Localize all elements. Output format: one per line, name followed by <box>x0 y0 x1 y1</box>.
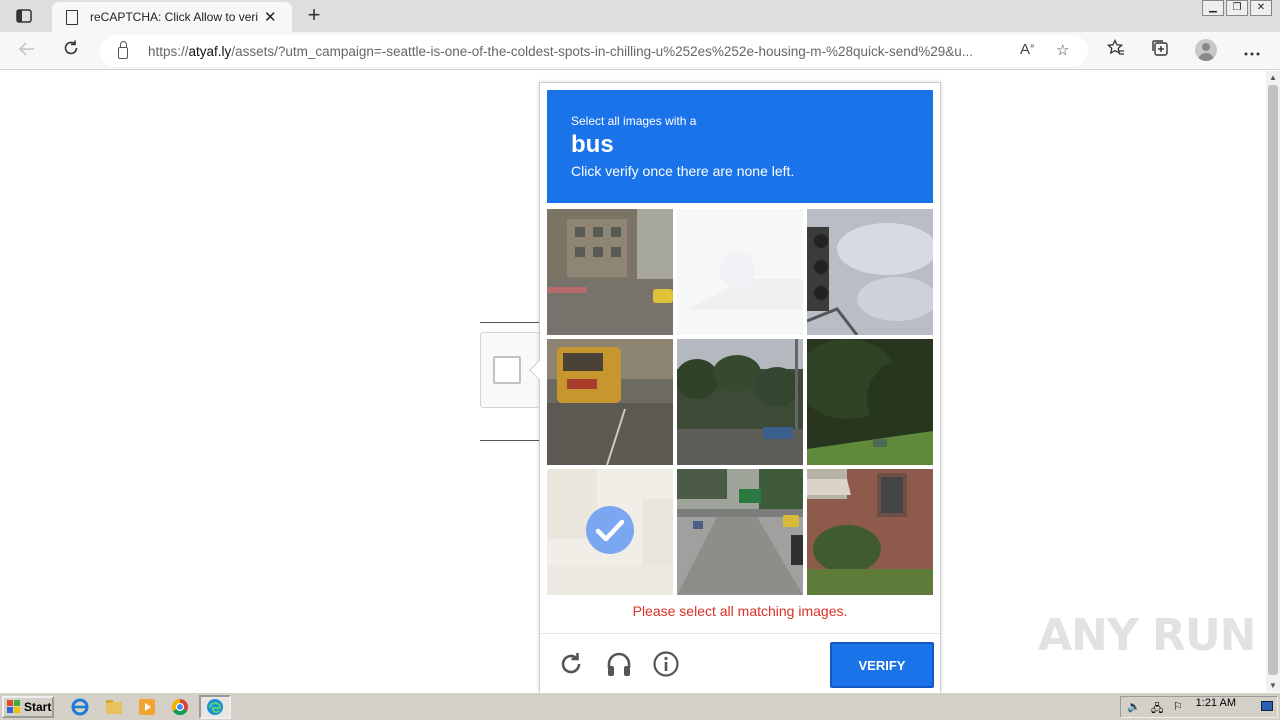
scroll-up-arrow-icon[interactable]: ▲ <box>1269 73 1277 82</box>
traffic-light-image <box>807 209 933 335</box>
media-player-taskbar-icon[interactable] <box>137 697 157 717</box>
start-button[interactable]: Start <box>2 696 54 718</box>
tab-actions-button[interactable] <box>8 4 40 28</box>
lock-icon[interactable] <box>118 41 128 59</box>
favorites-button[interactable] <box>1103 38 1129 63</box>
image-tile-5[interactable] <box>677 339 803 465</box>
explorer-taskbar-icon[interactable] <box>104 697 124 717</box>
selected-check-icon <box>586 506 634 554</box>
minimize-button[interactable]: ▁ <box>1202 0 1224 16</box>
yellow-bus-image <box>547 339 673 465</box>
target-object-label: bus <box>571 131 614 158</box>
image-tile-3[interactable] <box>807 209 933 335</box>
windows-logo-icon <box>7 700 20 713</box>
reload-icon <box>561 653 581 674</box>
trees-grass-image <box>807 339 933 465</box>
volume-icon[interactable]: 🔈 <box>1127 700 1141 713</box>
window-controls: ▁ ❐ ✕ <box>1202 0 1272 16</box>
restore-button[interactable]: ❐ <box>1226 0 1248 16</box>
new-tab-button[interactable]: + <box>302 3 326 27</box>
scroll-thumb[interactable] <box>1268 85 1278 675</box>
page-scrollbar[interactable]: ▲ ▼ <box>1266 71 1280 692</box>
document-icon <box>66 9 78 25</box>
taskbar-clock: 1:21 AM <box>1195 697 1236 709</box>
browser-tab-bar: reCAPTCHA: Click Allow to verify that yo… <box>0 0 1280 32</box>
ie-taskbar-icon[interactable] <box>70 697 90 717</box>
recaptcha-challenge-popup: Select all images with a bus Click verif… <box>529 82 941 694</box>
collections-button[interactable] <box>1147 39 1173 63</box>
street-building-image <box>547 209 673 335</box>
back-arrow-icon <box>18 42 34 56</box>
start-label: Start <box>24 700 52 714</box>
headphones-icon <box>607 652 631 676</box>
network-icon[interactable]: 🖧 <box>1151 700 1163 719</box>
refresh-icon <box>64 40 78 55</box>
error-message: Please select all matching images. <box>632 603 848 619</box>
recaptcha-checkbox[interactable] <box>493 356 521 384</box>
image-tile-9[interactable] <box>807 469 933 595</box>
info-icon <box>653 651 679 677</box>
profile-avatar[interactable] <box>1195 39 1217 61</box>
flag-icon[interactable]: ⚐ <box>1173 700 1183 713</box>
tab-actions-icon <box>16 9 32 23</box>
chrome-taskbar-icon[interactable] <box>170 697 190 717</box>
image-tile-8[interactable] <box>677 469 803 595</box>
settings-menu-button[interactable] <box>1239 39 1265 63</box>
url-text[interactable]: https://atyaf.ly/assets/?utm_campaign=-s… <box>148 44 1010 59</box>
anchor-frame-bottom-border <box>480 440 540 441</box>
url-path: /assets/?utm_campaign=-seattle-is-one-of… <box>231 43 974 59</box>
windows-taskbar: Start 🔈 🖧 ⚐ 1:21 AM <box>0 692 1280 720</box>
add-favorite-icon[interactable]: ☆ <box>1056 41 1069 59</box>
scroll-down-arrow-icon[interactable]: ▼ <box>1269 681 1277 690</box>
browser-toolbar: https://atyaf.ly/assets/?utm_campaign=-s… <box>0 32 1280 70</box>
collections-icon <box>1152 40 1168 56</box>
back-button[interactable] <box>14 39 40 63</box>
close-window-button[interactable]: ✕ <box>1250 0 1272 16</box>
edge-icon <box>207 699 223 715</box>
tab-title: reCAPTCHA: Click Allow to verify that yo… <box>90 10 258 24</box>
image-tile-1[interactable] <box>547 209 673 335</box>
audio-challenge-button[interactable] <box>605 650 633 678</box>
reload-challenge-button[interactable] <box>557 650 585 678</box>
read-aloud-icon[interactable]: A» <box>1020 41 1034 58</box>
anyrun-watermark: ANY RUN <box>1038 610 1256 661</box>
image-tile-6[interactable] <box>807 339 933 465</box>
close-tab-icon[interactable]: ✕ <box>264 8 277 26</box>
url-scheme: https:// <box>148 43 189 59</box>
challenge-header: Select all images with a bus Click verif… <box>547 90 933 203</box>
image-tile-2[interactable] <box>677 209 803 335</box>
image-tile-7[interactable] <box>547 469 673 595</box>
verify-button[interactable]: VERIFY <box>830 642 934 688</box>
image-grid <box>547 209 935 597</box>
palm-trees-image <box>677 339 803 465</box>
more-dots-icon <box>1244 52 1260 56</box>
instruction-text: Select all images with a <box>571 114 697 128</box>
challenge-footer: VERIFY <box>540 633 940 694</box>
browser-tab-active[interactable]: reCAPTCHA: Click Allow to verify that yo… <box>52 2 292 32</box>
image-tile-4[interactable] <box>547 339 673 465</box>
favorites-icon <box>1106 38 1124 55</box>
fading-tile-image <box>677 209 803 335</box>
brick-house-image <box>807 469 933 595</box>
address-bar[interactable]: https://atyaf.ly/assets/?utm_campaign=-s… <box>100 35 1088 67</box>
url-host: atyaf.ly <box>188 43 232 59</box>
refresh-button[interactable] <box>58 39 84 63</box>
edge-taskbar-button[interactable] <box>199 695 231 719</box>
help-button[interactable] <box>652 650 680 678</box>
highway-image <box>677 469 803 595</box>
instruction-subtext: Click verify once there are none left. <box>571 163 795 179</box>
show-desktop-icon[interactable] <box>1261 701 1273 711</box>
anchor-frame-top-border <box>480 322 540 323</box>
